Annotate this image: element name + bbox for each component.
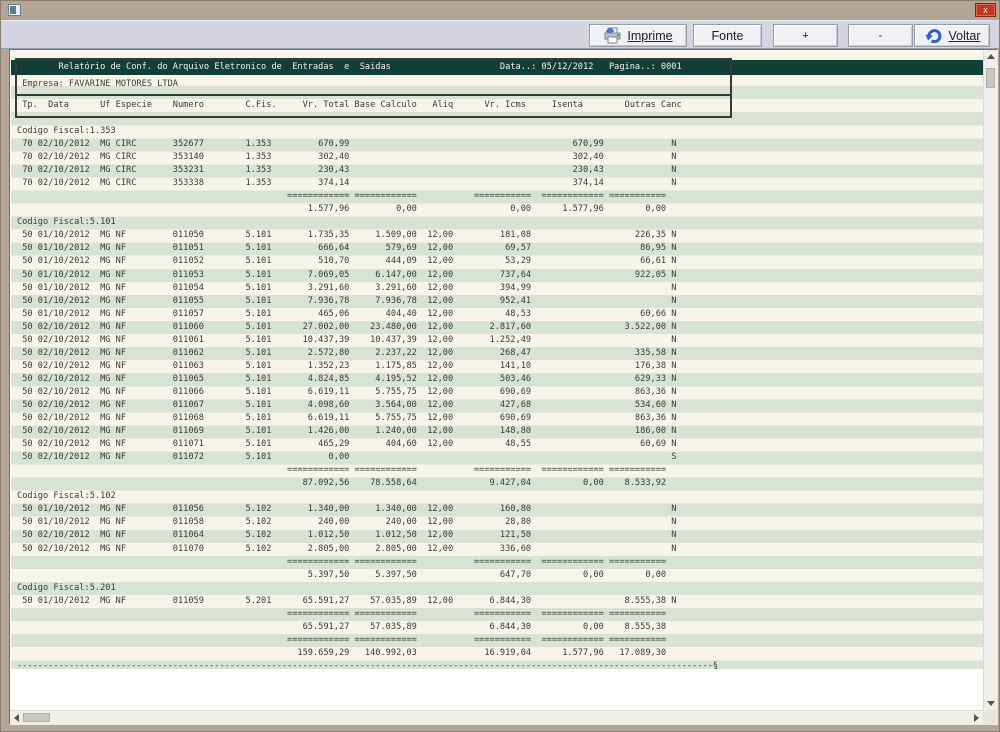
report-sep-line: ============ ============ =========== ==… [17,190,984,203]
print-button-label: Imprime [627,29,672,43]
report-line: 50 02/10/2012 MG NF 011071 5.101 465,29 … [17,438,984,451]
window-titlebar: x [1,1,999,20]
report-line: 70 02/10/2012 MG CIRC 353231 1.353 230,4… [17,164,984,177]
report-line: 70 02/10/2012 MG CIRC 353338 1.353 374,1… [17,177,984,190]
report-codigo-line: Codigo Fiscal:5.201 [17,582,984,595]
close-button[interactable]: x [975,3,996,17]
report-sep-line: ============ ============ =========== ==… [17,608,984,621]
report-line: 50 01/10/2012 MG NF 011054 5.101 3.291,6… [17,282,984,295]
report-line: 50 02/10/2012 MG NF 011067 5.101 4.098,6… [17,399,984,412]
report-line: 50 01/10/2012 MG NF 011051 5.101 666,64 … [17,242,984,255]
report-total-line: 1.577,96 0,00 0,00 1.577,96 0,00 [17,203,984,216]
printer-icon [603,27,622,44]
scroll-left-icon[interactable] [14,714,19,722]
report-viewer: Relatório de Conf. do Arquivo Eletronico… [9,49,998,725]
report-line: 50 02/10/2012 MG NF 011069 5.101 1.426,0… [17,425,984,438]
report-line: 50 01/10/2012 MG NF 011050 5.101 1.735,3… [17,229,984,242]
report-sep-line: ============ ============ =========== ==… [17,556,984,569]
report-body: Codigo Fiscal:1.353 70 02/10/2012 MG CIR… [17,125,984,669]
horizontal-scroll-thumb[interactable] [23,713,50,722]
report-line: 50 01/10/2012 MG NF 011052 5.101 510,70 … [17,255,984,268]
app-icon [8,4,21,16]
report-page: Relatório de Conf. do Arquivo Eletronico… [11,51,984,669]
scroll-down-icon[interactable] [987,701,995,706]
report-line: 50 02/10/2012 MG NF 011062 5.101 2.572,8… [17,347,984,360]
report-line: 50 01/10/2012 MG NF 011057 5.101 465,06 … [17,308,984,321]
zoom-in-button[interactable]: + [773,24,838,47]
report-total-line: 65.591,27 57.035,89 6.844,30 0,00 8.555,… [17,621,984,634]
report-line: 70 02/10/2012 MG CIRC 352677 1.353 670,9… [17,138,984,151]
scroll-right-icon[interactable] [974,714,979,722]
plus-icon: + [802,30,808,42]
report-total-line: 5.397,50 5.397,50 647,70 0,00 0,00 [17,569,984,582]
vertical-scrollbar[interactable] [983,50,997,710]
report-title-line: Relatório de Conf. do Arquivo Eletronico… [17,60,744,75]
report-line: 50 01/10/2012 MG NF 011059 5.201 65.591,… [17,595,984,608]
report-total-line: 87.092,56 78.558,64 9.427,04 0,00 8.533,… [17,477,984,490]
report-line: 50 02/10/2012 MG NF 011064 5.102 1.012,5… [17,529,984,542]
scroll-up-icon[interactable] [987,54,995,59]
report-grand-line: 159.659,29 140.992,03 16.919,04 1.577,96… [17,647,984,660]
scrollbar-corner [983,710,997,724]
report-line: 50 01/10/2012 MG NF 011056 5.102 1.340,0… [17,503,984,516]
report-line: 50 02/10/2012 MG NF 011065 5.101 4.824,8… [17,373,984,386]
report-line: 50 02/10/2012 MG NF 011072 5.101 0,00 S [17,451,984,464]
report-line: 70 02/10/2012 MG CIRC 353140 1.353 302,4… [17,151,984,164]
report-codigo-line: Codigo Fiscal:5.102 [17,490,984,503]
report-line: 50 01/10/2012 MG NF 011053 5.101 7.069,0… [17,269,984,282]
report-codigo-line: Codigo Fiscal:5.101 [17,216,984,229]
back-arrow-icon [924,26,944,46]
vertical-scroll-thumb[interactable] [986,68,995,88]
report-line: 50 02/10/2012 MG NF 011066 5.101 6.619,1… [17,386,984,399]
report-line: 50 02/10/2012 MG NF 011060 5.101 27.002,… [17,321,984,334]
zoom-out-button[interactable]: - [848,24,913,47]
application-window: { "window": { "close_glyph": "x" }, "too… [0,0,1000,732]
font-button-label: Fonte [712,29,744,43]
minus-icon: - [879,30,883,42]
back-button[interactable]: Voltar [914,24,990,47]
report-sep-line: ============ ============ =========== ==… [17,634,984,647]
column-header-line: Tp. Data Uf Especie Numero C.Fis. Vr. To… [17,98,744,113]
print-button[interactable]: Imprime [589,24,687,47]
company-line: Empresa: FAVARINE MOTORES LTDA [17,77,744,91]
report-dash-line: ----------------------------------------… [17,660,984,669]
toolbar: Imprime Fonte + - Voltar [1,20,999,49]
report-sep-line: ============ ============ =========== ==… [17,464,984,477]
report-line: 50 01/10/2012 MG NF 011058 5.102 240,00 … [17,516,984,529]
horizontal-scrollbar[interactable] [10,710,983,724]
report-line: 50 02/10/2012 MG NF 011068 5.101 6.619,1… [17,412,984,425]
header-divider [17,94,730,96]
font-button[interactable]: Fonte [693,24,762,47]
report-codigo-line: Codigo Fiscal:1.353 [17,125,984,138]
report-line: 50 02/10/2012 MG NF 011063 5.101 1.352,2… [17,360,984,373]
report-line: 50 02/10/2012 MG NF 011061 5.101 10.437,… [17,334,984,347]
report-line: 50 01/10/2012 MG NF 011055 5.101 7.936,7… [17,295,984,308]
report-line: 50 02/10/2012 MG NF 011070 5.102 2.805,0… [17,543,984,556]
back-button-label: Voltar [949,29,981,43]
